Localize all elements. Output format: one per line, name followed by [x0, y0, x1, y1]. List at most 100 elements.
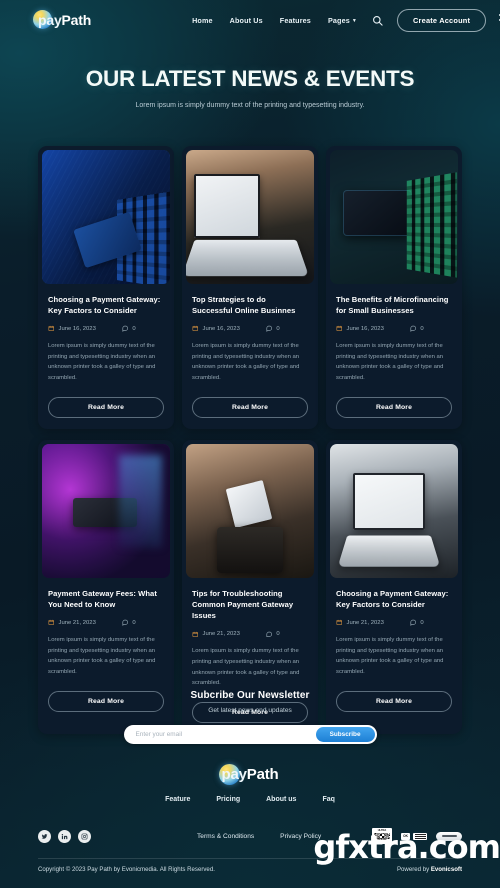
- news-card-excerpt: Lorem ipsum is simply dummy text of the …: [192, 342, 300, 382]
- news-card-date-text: June 21, 2023: [202, 630, 240, 637]
- newsletter-section: Subcribe Our Newsletter Get latest news …: [0, 690, 500, 744]
- logo-text: payPath: [38, 12, 91, 28]
- news-card-meta: June 21, 2023 0: [192, 631, 308, 638]
- logo-text-pay: pay: [38, 12, 62, 28]
- footer-nav-item-about-us[interactable]: About us: [266, 796, 296, 803]
- instagram-icon[interactable]: [78, 829, 91, 843]
- logo-text-path: Path: [61, 12, 92, 28]
- news-card-comments-count: 0: [420, 325, 424, 332]
- news-card-date-text: June 21, 2023: [58, 619, 96, 626]
- news-card-title: Choosing a Payment Gateway: Key Factors …: [48, 295, 161, 316]
- news-card-meta: June 16, 2023 0: [336, 325, 452, 332]
- news-card-date-text: June 16, 2023: [346, 325, 384, 332]
- secure-payment-badge-lines: [413, 832, 427, 840]
- news-card-comments: 0: [266, 325, 280, 332]
- news-card-title: Top Strategies to do Successful Online B…: [192, 295, 296, 316]
- privacy-policy-link[interactable]: Privacy Policy: [280, 833, 321, 840]
- site-logo[interactable]: payPath: [33, 9, 91, 31]
- footer-divider: [38, 858, 462, 859]
- terms-and-conditions-link[interactable]: Terms & Conditions: [197, 833, 254, 840]
- secure-payment-badge: OK: [401, 832, 427, 840]
- news-card-excerpt: Lorem ipsum is simply dummy text of the …: [48, 636, 156, 676]
- news-card-title: Tips for Troubleshooting Common Payment …: [192, 588, 294, 621]
- create-account-button[interactable]: Create Account: [397, 8, 487, 32]
- news-card[interactable]: The Benefits of Microfinancing for Small…: [326, 146, 462, 429]
- powered-by-text: Powered by Evonicsoft: [397, 866, 462, 873]
- social-links: [38, 829, 91, 843]
- news-card[interactable]: Choosing a Payment Gateway: Key Factors …: [38, 146, 174, 429]
- certification-badges: ULTRA CLEAR OK: [372, 828, 462, 844]
- news-card-comments-count: 0: [132, 325, 136, 332]
- read-more-button[interactable]: Read More: [192, 396, 308, 418]
- news-card-title: Payment Gateway Fees: What You Need to K…: [48, 588, 157, 610]
- news-card-comments-count: 0: [132, 619, 136, 626]
- search-icon[interactable]: [372, 13, 383, 27]
- email-input[interactable]: [123, 731, 316, 738]
- news-card-date-text: June 16, 2023: [202, 325, 240, 332]
- ultra-clear-badge: ULTRA CLEAR: [372, 828, 392, 844]
- news-card-title: Choosing a Payment Gateway: Key Factors …: [336, 588, 449, 610]
- newsletter-title: Subcribe Our Newsletter: [190, 690, 310, 701]
- twitter-icon[interactable]: [38, 829, 51, 843]
- news-card-comments: 0: [410, 325, 424, 332]
- news-card-date-text: June 16, 2023: [58, 325, 96, 332]
- footer-nav-item-pricing[interactable]: Pricing: [216, 796, 240, 803]
- news-card-comments-count: 0: [276, 325, 280, 332]
- news-card-image: [330, 150, 458, 284]
- news-card-date: June 16, 2023: [336, 325, 384, 332]
- news-card-image: [330, 443, 458, 578]
- news-card-title: The Benefits of Microfinancing for Small…: [336, 295, 449, 316]
- secure-payment-badge-mark: OK: [401, 832, 410, 840]
- news-card-comments-count: 0: [420, 619, 424, 626]
- news-card-date: June 16, 2023: [48, 325, 96, 332]
- news-card-comments-count: 0: [276, 630, 280, 637]
- footer-nav-item-faq[interactable]: Faq: [322, 796, 334, 803]
- nav-item-about-us[interactable]: About Us: [230, 16, 263, 25]
- page-title: OUR LATEST NEWS & EVENTS: [85, 66, 415, 91]
- news-grid: Choosing a Payment Gateway: Key Factors …: [38, 146, 462, 735]
- nav-item-features[interactable]: Features: [280, 16, 311, 25]
- footer-nav-item-feature[interactable]: Feature: [165, 796, 190, 803]
- news-card-date: June 16, 2023: [192, 325, 240, 332]
- footer-logo-text-pay: pay: [221, 765, 247, 783]
- news-card-date: June 21, 2023: [336, 619, 384, 626]
- hero-section: OUR LATEST NEWS & EVENTS Lorem ipsum is …: [0, 66, 500, 111]
- read-more-button[interactable]: Read More: [48, 396, 164, 418]
- subscribe-button[interactable]: Subscribe: [315, 727, 375, 742]
- page-root: payPath Home About Us Features Pages ▼ Cr…: [0, 0, 500, 888]
- powered-by-brand: Evonicsoft: [430, 866, 462, 873]
- footer-middle-row: Terms & Conditions Privacy Policy ULTRA …: [38, 828, 462, 844]
- news-card-excerpt: Lorem ipsum is simply dummy text of the …: [192, 648, 300, 687]
- news-card-excerpt: Lorem ipsum is simply dummy text of the …: [48, 342, 156, 382]
- primary-nav: Home About Us Features Pages ▼: [192, 16, 357, 25]
- news-card-meta: June 16, 2023 0: [48, 325, 164, 332]
- powered-by-prefix: Powered by: [396, 866, 431, 873]
- newsletter-form: Subscribe: [123, 725, 377, 744]
- news-card-image: [186, 150, 314, 284]
- nav-item-pages-label: Pages: [327, 15, 350, 25]
- news-card-image: [186, 443, 314, 578]
- news-card-meta: June 21, 2023 0: [48, 619, 164, 626]
- nav-item-pages[interactable]: Pages ▼: [328, 16, 357, 25]
- news-card-date: June 21, 2023: [192, 631, 240, 638]
- nav-item-home[interactable]: Home: [192, 16, 213, 25]
- news-card-meta: June 16, 2023 0: [192, 325, 308, 332]
- card-strip-badge: [436, 831, 462, 841]
- legal-links: Terms & Conditions Privacy Policy: [197, 833, 321, 840]
- footer-nav: Feature Pricing About us Faq: [0, 796, 500, 803]
- linkedin-icon[interactable]: [58, 829, 71, 843]
- footer-logo-text-path: Path: [246, 765, 279, 783]
- footer-logo-text: payPath: [222, 766, 279, 783]
- news-card-excerpt: Lorem ipsum is simply dummy text of the …: [336, 636, 444, 676]
- footer-logo[interactable]: payPath: [0, 762, 500, 786]
- footer-bottom-row: Copyright © 2023 Pay Path by Evonicmedia…: [38, 866, 462, 873]
- news-card-date-text: June 21, 2023: [346, 619, 384, 626]
- news-card-body: Top Strategies to do Successful Online B…: [182, 284, 318, 429]
- copyright-text: Copyright © 2023 Pay Path by Evonicmedia…: [38, 866, 215, 873]
- read-more-button[interactable]: Read More: [336, 396, 452, 418]
- news-card-excerpt: Lorem ipsum is simply dummy text of the …: [336, 342, 444, 382]
- news-card-image: [42, 150, 170, 284]
- news-card[interactable]: Top Strategies to do Successful Online B…: [182, 146, 318, 429]
- news-card-comments: 0: [122, 619, 136, 626]
- news-card-body: Choosing a Payment Gateway: Key Factors …: [38, 284, 174, 429]
